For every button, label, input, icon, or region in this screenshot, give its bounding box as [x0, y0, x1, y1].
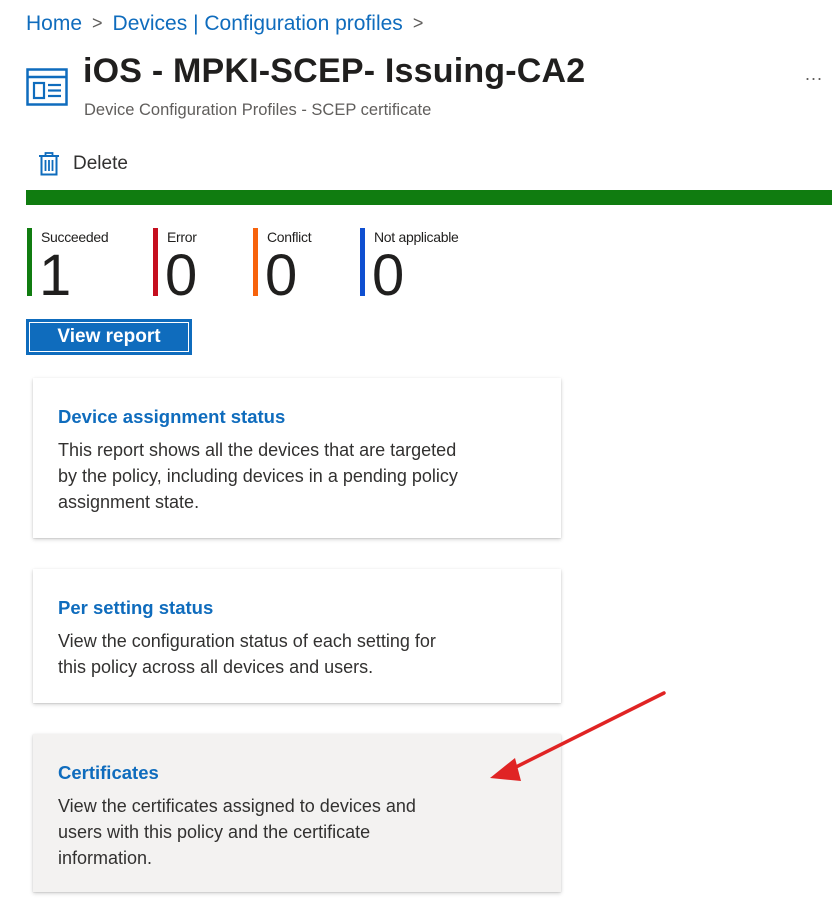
- card-description: View the configuration status of each se…: [58, 631, 436, 677]
- breadcrumb-separator: >: [92, 12, 103, 33]
- status-stripe: [153, 228, 158, 296]
- breadcrumb-configuration-profiles-link[interactable]: Devices | Configuration profiles: [113, 12, 403, 36]
- card-description: This report shows all the devices that a…: [58, 440, 458, 512]
- configuration-profile-icon: [26, 68, 68, 106]
- card-title: Device assignment status: [58, 406, 286, 427]
- breadcrumb-separator: >: [412, 12, 424, 33]
- card-description: View the certificates assigned to device…: [58, 796, 416, 868]
- status-progress-bar: [26, 190, 832, 205]
- page-title: iOS - MPKI-SCEP- Issuing-CA2: [83, 52, 586, 90]
- card-title: Per setting status: [58, 597, 214, 618]
- status-stripe: [360, 228, 365, 296]
- breadcrumb: Home > Devices | Configuration profiles …: [26, 12, 433, 36]
- delete-button[interactable]: Delete: [38, 150, 128, 178]
- status-stripe: [253, 228, 258, 296]
- card-certificates[interactable]: Certificates View the certificates assig…: [33, 734, 561, 892]
- status-stripe: [27, 228, 32, 296]
- status-count: 0: [165, 243, 198, 308]
- delete-label: Delete: [73, 153, 128, 174]
- page: Home > Devices | Configuration profiles …: [0, 0, 832, 904]
- status-count: 0: [265, 243, 298, 308]
- status-count: 1: [39, 243, 72, 308]
- card-device-assignment-status[interactable]: Device assignment status This report sho…: [33, 378, 561, 538]
- progress-fill-succeeded: [26, 190, 832, 205]
- trash-icon: [39, 152, 59, 176]
- card-title: Certificates: [58, 762, 159, 783]
- more-options-button[interactable]: ...: [800, 60, 828, 88]
- view-report-button[interactable]: View report: [26, 319, 192, 355]
- status-count: 0: [372, 243, 405, 308]
- breadcrumb-home-link[interactable]: Home: [26, 12, 82, 36]
- page-subtitle: Device Configuration Profiles - SCEP cer…: [84, 101, 432, 119]
- card-per-setting-status[interactable]: Per setting status View the configuratio…: [33, 569, 561, 703]
